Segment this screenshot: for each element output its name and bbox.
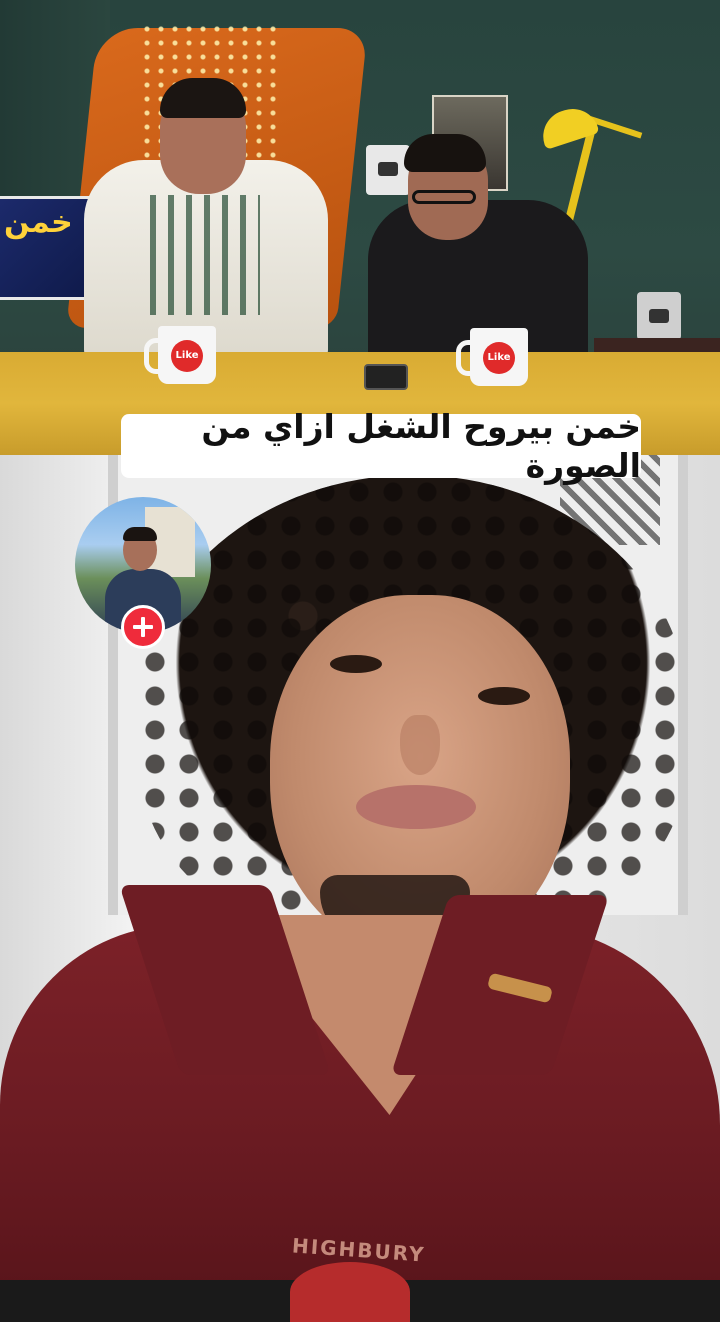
mug-left: Like (144, 326, 216, 384)
play-button-plaque (366, 145, 410, 195)
nose (400, 715, 440, 775)
right-eye (478, 687, 530, 705)
host-left-hair (160, 78, 246, 118)
lips (356, 785, 476, 829)
left-eye (330, 655, 382, 673)
host-right-hair (404, 134, 486, 172)
mug-handle (144, 338, 170, 374)
like-logo: Like (483, 342, 515, 374)
mug-handle (456, 340, 482, 376)
caption-text: خمن بيروح الشغل ازاي من الصورة (201, 407, 641, 485)
host-left-shirt-pattern (150, 195, 260, 315)
play-button-plaque (637, 292, 681, 340)
plus-icon (133, 617, 153, 637)
tv-screen-text: خمن (4, 205, 73, 240)
glasses (412, 190, 476, 204)
like-logo: Like (171, 340, 203, 372)
mug-right: Like (456, 328, 528, 386)
shirt-badge (290, 1262, 410, 1322)
caption-box: خمن بيروح الشغل ازاي من الصورة (121, 407, 641, 485)
follow-button[interactable] (121, 605, 165, 649)
tv-screen: خمن (0, 196, 95, 300)
avatar-person-hair (123, 527, 157, 541)
top-video-panel[interactable]: خمن Like Like (0, 0, 720, 455)
phone-on-table (364, 364, 408, 390)
